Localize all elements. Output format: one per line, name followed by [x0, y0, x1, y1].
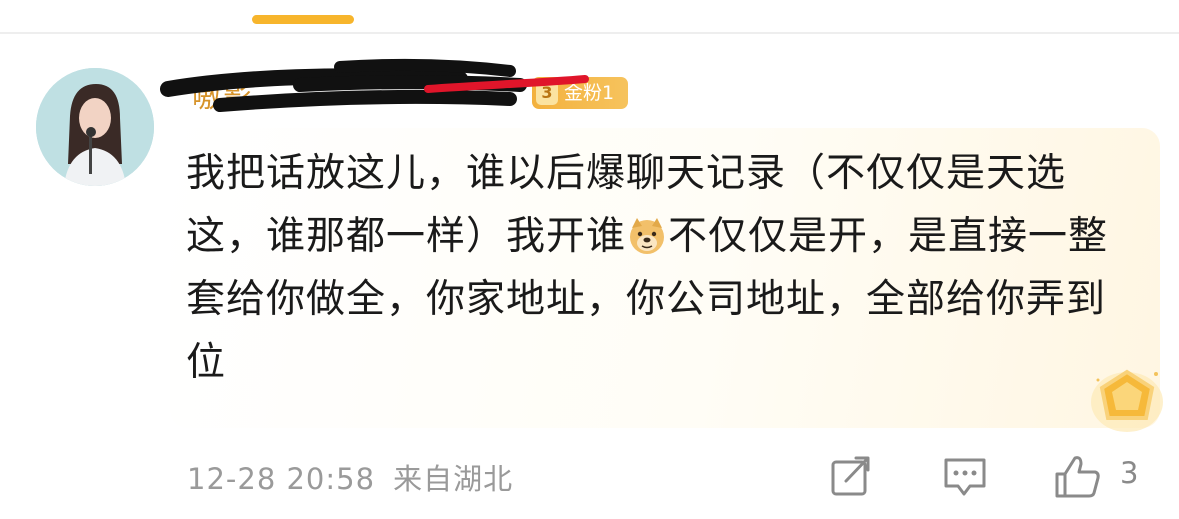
comment-meta: 12-28 20:58 来自湖北: [187, 456, 531, 498]
active-tab-indicator: [252, 15, 354, 24]
header-divider: [0, 32, 1179, 34]
share-icon[interactable]: [830, 454, 872, 498]
doge-emoji-icon: [627, 212, 667, 254]
medal-icon: [1091, 369, 1163, 432]
like-count: 3: [1120, 456, 1139, 490]
redaction-scribble: [160, 58, 589, 112]
timestamp: 12-28 20:58: [187, 462, 376, 496]
avatar[interactable]: [36, 68, 154, 186]
comment-text: 我把话放这儿，谁以后爆聊天记录（不仅仅是天选这，谁那都一样）我开谁 不仅仅是开，…: [186, 142, 1136, 394]
reply-icon[interactable]: [942, 454, 988, 498]
like-icon[interactable]: [1053, 454, 1101, 498]
location: 来自湖北: [393, 462, 514, 496]
